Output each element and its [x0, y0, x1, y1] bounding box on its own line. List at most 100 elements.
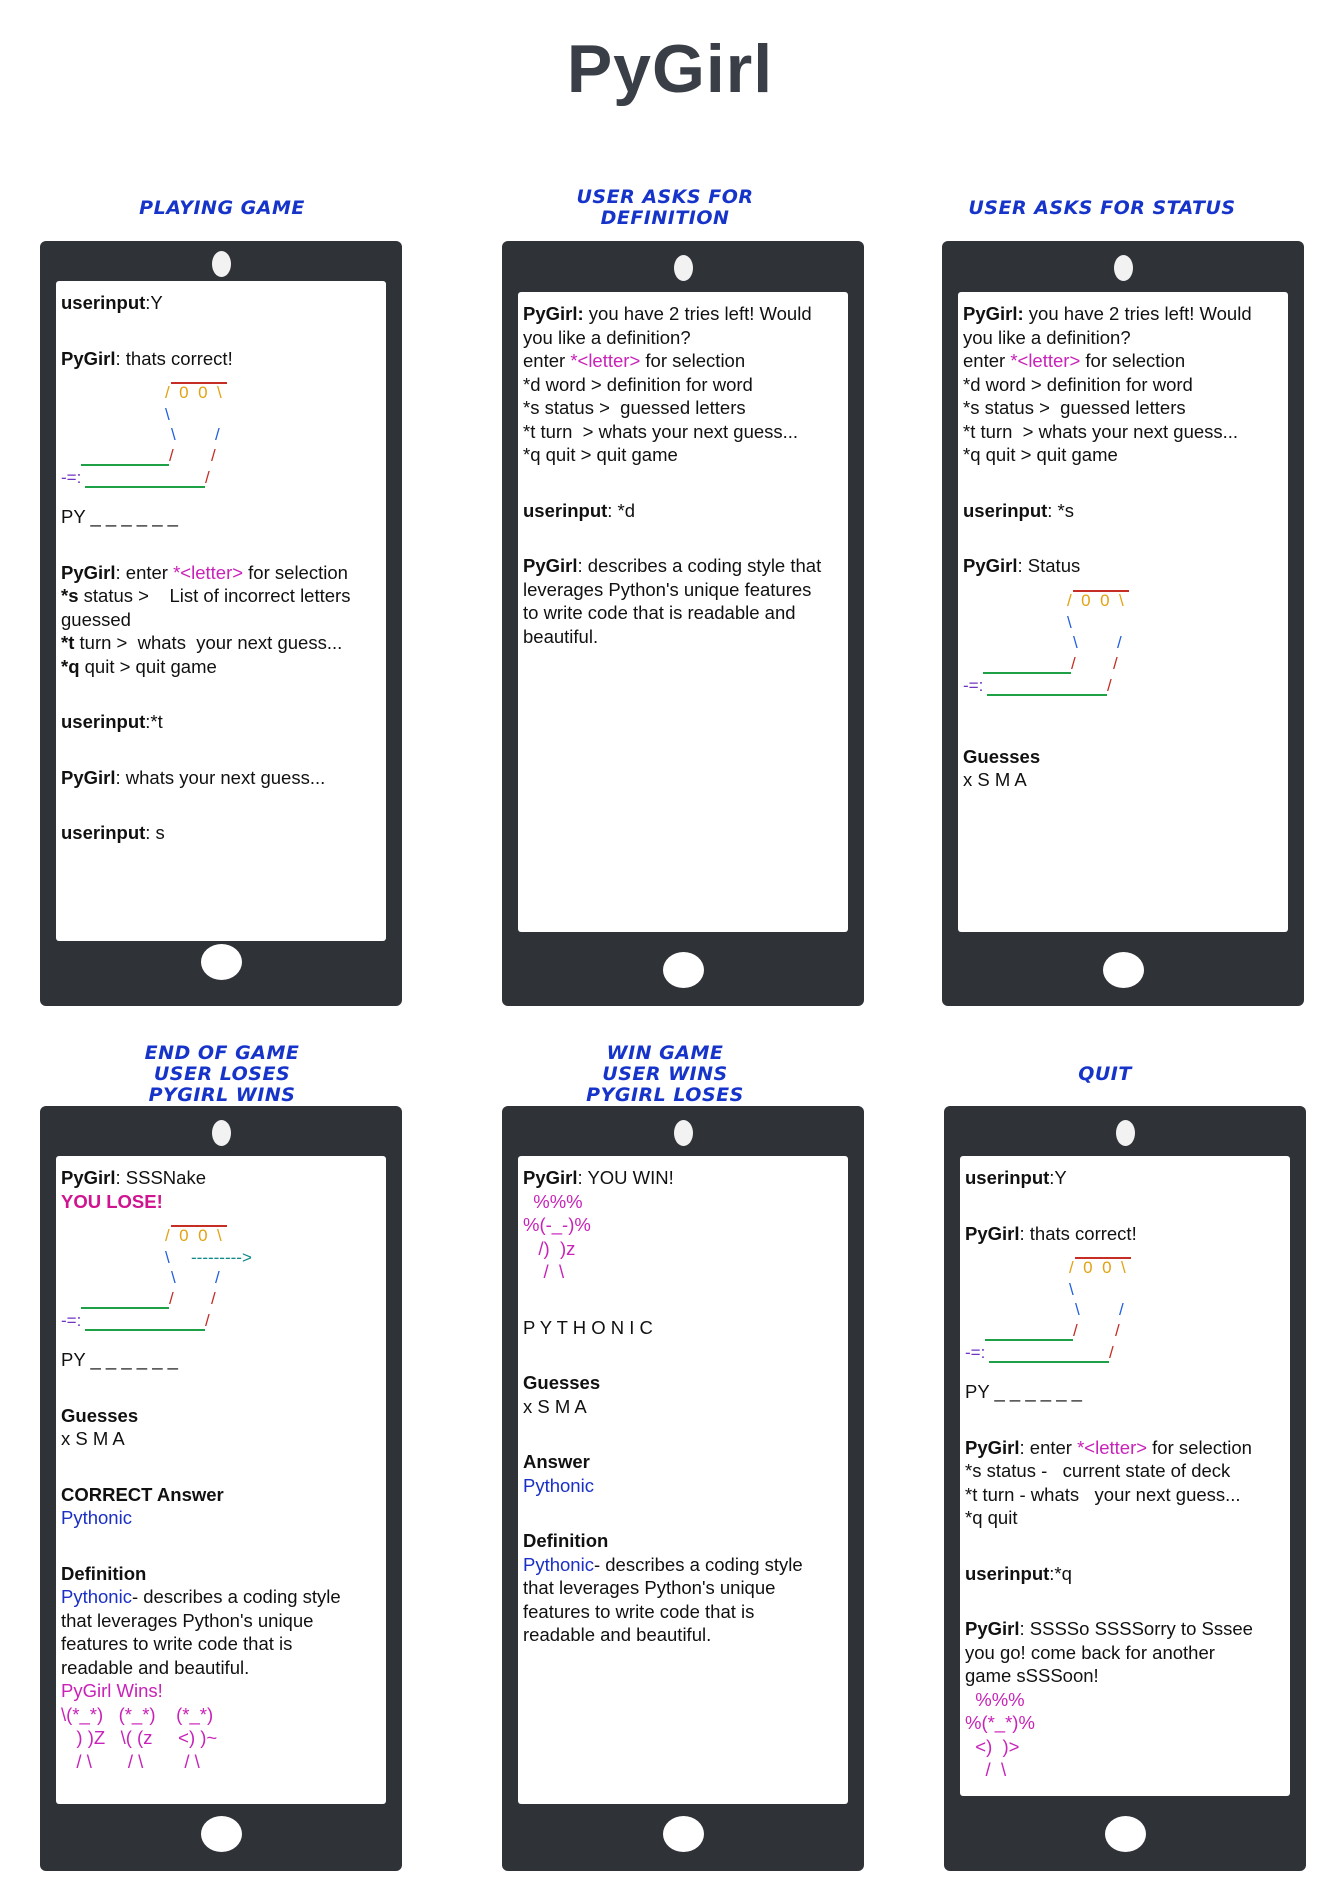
chat-line: PyGirl: whats your next guess...: [61, 766, 381, 790]
home-button[interactable]: [201, 1816, 242, 1852]
snake-body-right: /: [215, 425, 220, 444]
chat-line: *s status > List of incorrect letters: [61, 584, 381, 608]
chat-text: : *d: [607, 499, 636, 521]
chat-text: PyGirl: [965, 1222, 1020, 1244]
chat-text: *q quit > quit game: [963, 444, 1118, 465]
chat-line: PyGirl: you have 2 tries left! Would: [963, 302, 1283, 326]
snake-turn-left: /: [1073, 1321, 1078, 1340]
chat-text: /) )z: [523, 1237, 576, 1259]
chat-text: you have 2 tries left! Would: [583, 303, 812, 324]
caption-win-game: WIN GAME USER WINS PYGIRL LOSES: [485, 1043, 845, 1106]
chat-text: *<letter>: [173, 561, 244, 583]
home-button[interactable]: [201, 944, 242, 980]
chat-line: game sSSSoon!: [965, 1664, 1285, 1688]
chat-text: turn > whats your next guess...: [74, 632, 343, 653]
chat-line: *q quit: [965, 1506, 1285, 1530]
chat-line: ) )Z \( (z <) )~: [61, 1726, 381, 1750]
chat-text: PyGirl:: [963, 303, 1024, 324]
chat-line: PyGirl: Status: [963, 554, 1283, 578]
chat-text: *d word > definition for word: [523, 373, 753, 395]
caption-line: USER ASKS FOR STATUS: [968, 197, 1236, 219]
camera-dot: [674, 255, 693, 281]
chat-text: x S M A: [963, 769, 1027, 790]
phone-screen: PyGirl: YOU WIN! %%% %(-_-)% /) )z / \ P Y…: [518, 1156, 848, 1804]
snake-tail-line: [987, 693, 1107, 696]
chat-line: PyGirl: thats correct!: [61, 347, 381, 371]
snake-tail-end: /: [1109, 1343, 1114, 1362]
chat-text: userinput: [523, 499, 608, 521]
snake-ascii-art: / 0 0 \ \ \ / / / -=: /: [61, 370, 261, 505]
chat-text: *s status > guessed letters: [523, 397, 746, 418]
chat-text: %%%: [523, 1190, 583, 1212]
chat-text: userinput: [963, 499, 1048, 521]
phone-playing-game: userinput :Y PyGirl: thats correct!/ 0 0 \…: [40, 241, 402, 1006]
home-button[interactable]: [663, 1816, 704, 1852]
snake-tongue: --------->: [191, 1248, 252, 1267]
snake-body-left: \: [171, 1268, 176, 1287]
chat-line: Definition: [523, 1529, 843, 1553]
chat-text: : SSSNake: [115, 1167, 207, 1188]
chat-line: userinput: *d: [523, 499, 843, 523]
camera-dot: [212, 251, 231, 277]
chat-text: Pythonic: [523, 1553, 594, 1575]
chat-text: PY _ _ _ _ _ _: [61, 506, 178, 527]
snake-head: / 0 0 \: [165, 1226, 222, 1245]
chat-text: Pythonic: [61, 1586, 132, 1607]
chat-text: Guesses: [963, 745, 1041, 767]
chat-text: *t turn > whats your next guess...: [963, 420, 1239, 442]
chat-text: quit > quit game: [79, 655, 217, 677]
snake-head: / 0 0 \: [1069, 1258, 1126, 1277]
chat-text: Definition: [523, 1530, 609, 1551]
home-button[interactable]: [663, 952, 704, 988]
chat-line: YOU LOSE!: [61, 1190, 381, 1214]
caption-line: USER ASKS FOR: [576, 186, 754, 208]
chat-text: userinput: [965, 1562, 1050, 1584]
chat-line: PY _ _ _ _ _ _: [965, 1380, 1285, 1404]
chat-line: PyGirl: you have 2 tries left! Would: [523, 302, 843, 326]
chat-line: PyGirl: enter *<letter> for selection: [61, 561, 381, 585]
home-button[interactable]: [1105, 1816, 1146, 1852]
chat-text: : s: [145, 822, 165, 843]
phone-screen: PyGirl: SSSNake YOU LOSE! / 0 0 \ \ --------…: [56, 1156, 386, 1804]
chat-text: / \: [965, 1759, 1007, 1780]
chat-text: *t turn - whats your next guess...: [965, 1483, 1241, 1505]
chat-line: *s status > guessed letters: [963, 396, 1283, 420]
chat-text: x S M A: [523, 1395, 587, 1417]
chat-line: Pythonic: [523, 1474, 843, 1498]
snake-tail: -=:: [965, 1343, 986, 1362]
chat-text: userinput: [61, 822, 146, 843]
chat-line: Guesses: [61, 1404, 381, 1428]
chat-text: : enter: [115, 561, 174, 583]
chat-text: :Y: [145, 292, 163, 313]
phone-win-game: PyGirl: YOU WIN! %%% %(-_-)% /) )z / \ P Y…: [502, 1106, 864, 1871]
chat-text: PyGirl: [61, 1167, 116, 1188]
home-button[interactable]: [1103, 952, 1144, 988]
chat-text: Answer: [523, 1451, 590, 1472]
snake-body-line: [81, 1307, 169, 1309]
chat-line: PyGirl: YOU WIN!: [523, 1166, 843, 1190]
chat-line: *q quit > quit game: [523, 443, 843, 467]
chat-text: for selection: [243, 561, 348, 583]
chat-line: PyGirl: enter *<letter> for selection: [965, 1436, 1285, 1460]
chat-line: userinput:Y: [965, 1166, 1285, 1190]
chat-text: *d word > definition for word: [963, 373, 1193, 395]
chat-line: *d word > definition for word: [963, 373, 1283, 397]
chat-text: - describes a coding style: [131, 1586, 341, 1607]
snake-body-right: /: [215, 1268, 220, 1287]
chat-line: %%%: [965, 1688, 1285, 1712]
chat-text: PyGirl: [963, 555, 1018, 576]
snake-body-right: /: [1119, 1300, 1124, 1319]
chat-line: Guesses: [963, 745, 1283, 769]
snake-ascii-art: / 0 0 \ \ \ / / / -=: /: [963, 578, 1163, 713]
caption-user-asks-status: USER ASKS FOR STATUS: [922, 198, 1282, 219]
chat-text: x S M A: [61, 1428, 125, 1449]
chat-line: Pythonic: [61, 1506, 381, 1530]
